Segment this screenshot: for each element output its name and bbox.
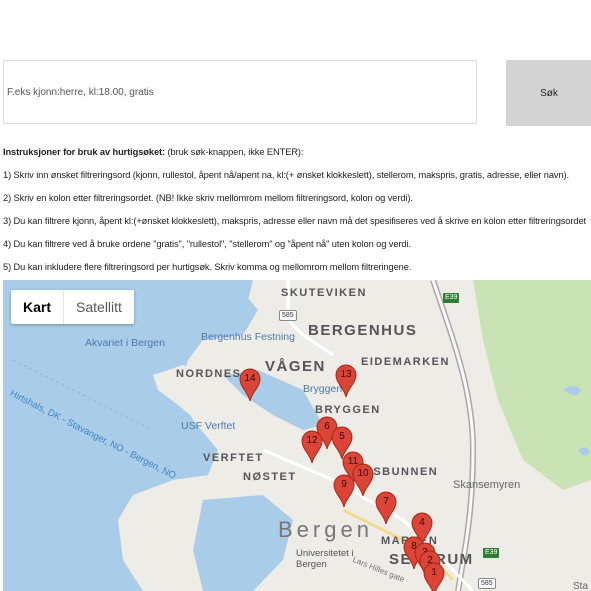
poi-usf: USF Verftet (181, 420, 236, 432)
instructions-heading: Instruksjoner for bruk av hurtigsøket: (… (3, 146, 304, 158)
label-bryggen-district: BRYGGEN (315, 404, 381, 416)
route-shield-e39-bottom: E39 (483, 548, 500, 558)
route-shield-e39-top: E39 (443, 293, 460, 303)
map-marker-label: 5 (339, 431, 345, 442)
search-input[interactable] (3, 60, 477, 124)
instruction-step-2: 2) Skriv en kolon etter filtreringsordet… (3, 193, 413, 203)
route-shield-585-top: 585 (279, 310, 297, 321)
map-marker-label: 12 (306, 435, 318, 446)
map-marker-9[interactable]: 9 (333, 474, 355, 508)
poi-universitetet: Universitetet i Bergen (296, 548, 354, 570)
instruction-step-3: 3) Du kan filtrere kjonn, åpent kl:(+øns… (3, 216, 587, 226)
label-nordnes: NORDNES (176, 368, 242, 380)
map-type-control[interactable]: Kart Satellitt (11, 290, 134, 324)
route-shield-585-bottom: 585 (478, 578, 496, 589)
label-eidemarken: EIDEMARKEN (361, 356, 450, 368)
map-marker-label: 10 (357, 468, 369, 479)
north-water (198, 280, 253, 330)
map-marker-label: 1 (431, 567, 437, 578)
label-nostet: NØSTET (243, 471, 297, 483)
map-marker-label: 9 (341, 479, 347, 490)
poi-festning: Bergenhus Festning (201, 331, 295, 343)
label-bergen: Bergen (278, 517, 373, 542)
poi-akvariet: Akvariet i Bergen (85, 337, 165, 349)
instruction-step-1: 1) Skriv inn ønsket filtreringsord (kjon… (3, 170, 570, 180)
map-marker-label: 14 (244, 373, 256, 384)
label-skuteviken: SKUTEVIKEN (281, 287, 367, 299)
map-marker-13[interactable]: 13 (335, 364, 357, 398)
map[interactable]: Kart Satellitt SKUTEVIKEN BERGENHUS VÅGE… (3, 280, 591, 591)
map-marker-label: 7 (383, 496, 389, 507)
map-marker-1[interactable]: 1 (423, 562, 445, 591)
search-button[interactable]: Søk (506, 60, 591, 126)
label-verftet: VERFTET (203, 452, 264, 464)
map-marker-10[interactable]: 10 (352, 463, 374, 497)
map-type-kart-button[interactable]: Kart (11, 290, 65, 324)
map-type-satellitt-button[interactable]: Satellitt (64, 290, 134, 324)
label-bergenhus: BERGENHUS (308, 322, 418, 339)
map-marker-14[interactable]: 14 (239, 368, 261, 402)
ferry-route (12, 359, 154, 431)
instruction-step-4: 4) Du kan filtrere ved å bruke ordene "g… (3, 239, 411, 249)
map-marker-12[interactable]: 12 (301, 430, 323, 464)
instructions-heading-bold: Instruksjoner for bruk av hurtigsøket: (3, 147, 166, 157)
label-sta: Sta (573, 581, 589, 591)
label-skansemyren: Skansemyren (453, 479, 521, 491)
map-marker-7[interactable]: 7 (375, 491, 397, 525)
instructions-heading-note: (bruk søk-knappen, ikke ENTER): (165, 147, 304, 157)
instruction-step-5: 5) Du kan inkludere flere filtreringsord… (3, 262, 412, 272)
label-vagen: VÅGEN (265, 358, 326, 375)
map-marker-label: 13 (340, 369, 352, 380)
map-marker-label: 4 (419, 517, 425, 528)
